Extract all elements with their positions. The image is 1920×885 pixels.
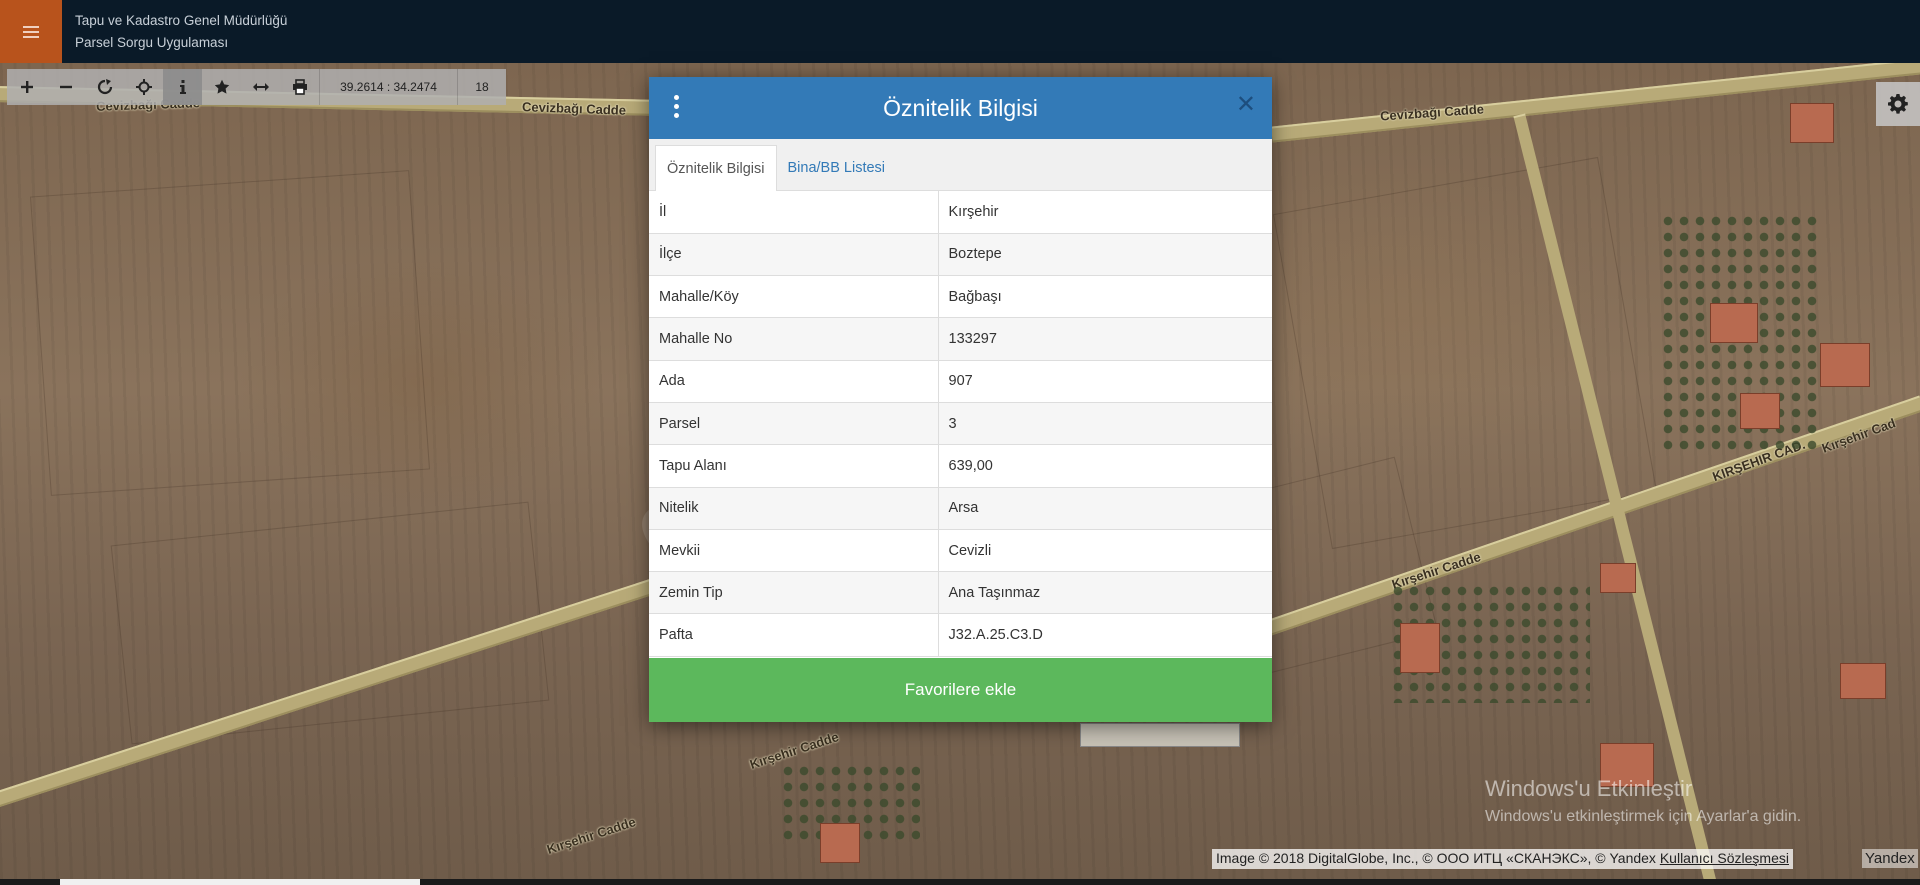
- table-row: Ada 907: [649, 360, 1272, 403]
- org-name: Tapu ve Kadastro Genel Müdürlüğü: [75, 13, 288, 28]
- table-row: Pafta J32.A.25.C3.D: [649, 613, 1272, 657]
- attribute-key: Pafta: [649, 613, 939, 657]
- attribute-value: Kırşehir: [938, 191, 1272, 234]
- attribute-key: Nitelik: [649, 487, 939, 530]
- arrows-horizontal-icon: [252, 83, 269, 91]
- table-row: Nitelik Arsa: [649, 487, 1272, 530]
- attribution-text: Image © 2018 DigitalGlobe, Inc., © ООО И…: [1216, 850, 1656, 866]
- crosshair-icon: [135, 79, 152, 95]
- road-label: Kırşehir Cadde: [544, 814, 638, 857]
- gear-icon: [1888, 94, 1908, 114]
- tab-attribute-info[interactable]: Öznitelik Bilgisi: [655, 145, 777, 191]
- building: [1080, 723, 1240, 747]
- info-icon: [179, 80, 186, 94]
- bottom-scrollbar[interactable]: [0, 879, 1920, 885]
- close-icon[interactable]: ✕: [1236, 93, 1256, 117]
- plus-icon: [20, 81, 33, 93]
- attribute-value: J32.A.25.C3.D: [938, 613, 1272, 657]
- more-options-icon[interactable]: [671, 95, 681, 121]
- scrollbar-thumb[interactable]: [60, 879, 420, 885]
- building: [1840, 663, 1886, 699]
- building: [1400, 623, 1440, 673]
- table-row: Mevkii Cevizli: [649, 529, 1272, 573]
- print-button[interactable]: [280, 69, 319, 105]
- attribute-key: İl: [649, 191, 939, 234]
- locate-button[interactable]: [124, 69, 163, 105]
- info-button[interactable]: [163, 69, 202, 105]
- building: [1790, 103, 1834, 143]
- attribute-value: 133297: [938, 317, 1272, 361]
- table-row: Tapu Alanı 639,00: [649, 444, 1272, 488]
- attribute-value: Cevizli: [938, 529, 1272, 573]
- road-label: Cevizbağı Cadde: [521, 99, 627, 118]
- attribute-value: Arsa: [938, 487, 1272, 530]
- zoom-level-display: 18: [457, 69, 506, 105]
- activation-subtitle: Windows'u etkinleştirmek için Ayarlar'a …: [1485, 808, 1802, 825]
- app-title-block: Tapu ve Kadastro Genel Müdürlüğü Parsel …: [75, 10, 287, 54]
- attribute-key: Ada: [649, 360, 939, 403]
- print-icon: [292, 79, 307, 95]
- attribute-value: 907: [938, 360, 1272, 403]
- building: [1820, 343, 1870, 387]
- dialog-title: Öznitelik Bilgisi: [883, 94, 1038, 121]
- building: [820, 823, 860, 863]
- attribute-key: Parsel: [649, 402, 939, 446]
- map-toolbar: 39.2614 : 34.2474 18: [7, 69, 506, 105]
- zoom-out-button[interactable]: [46, 69, 85, 105]
- coordinates-display: 39.2614 : 34.2474: [319, 69, 457, 105]
- table-row: Mahalle/Köy Bağbaşı: [649, 275, 1272, 319]
- attribute-info-dialog: Öznitelik Bilgisi ✕ Öznitelik Bilgisi Bi…: [649, 77, 1272, 722]
- table-row: Parsel 3: [649, 402, 1272, 446]
- app-name: Parsel Sorgu Uygulaması: [75, 35, 229, 50]
- field-parcel: [110, 501, 550, 745]
- dialog-tabs: Öznitelik Bilgisi Bina/BB Listesi: [649, 139, 1272, 191]
- field-parcel: [29, 170, 431, 496]
- table-row: İl Kırşehir: [649, 191, 1272, 234]
- user-agreement-link[interactable]: Kullanıcı Sözleşmesi: [1660, 850, 1789, 866]
- attribute-table: İl Kırşehir İlçe Boztepe Mahalle/Köy Bağbaşı M…: [649, 191, 1272, 657]
- attribute-key: Mahalle No: [649, 317, 939, 361]
- attribute-value: 3: [938, 402, 1272, 446]
- attribute-value: 639,00: [938, 444, 1272, 488]
- attribute-value: Bağbaşı: [938, 275, 1272, 319]
- building: [1710, 303, 1758, 343]
- attribute-key: Mahalle/Köy: [649, 275, 939, 319]
- building: [1600, 563, 1636, 593]
- measure-button[interactable]: [241, 69, 280, 105]
- hamburger-icon: [23, 25, 39, 38]
- activation-title: Windows'u Etkinleştir: [1485, 776, 1693, 801]
- dialog-header: Öznitelik Bilgisi ✕: [649, 77, 1272, 139]
- refresh-button[interactable]: [85, 69, 124, 105]
- attribute-value: Ana Taşınmaz: [938, 571, 1272, 615]
- zoom-in-button[interactable]: [7, 69, 46, 105]
- table-row: İlçe Boztepe: [649, 233, 1272, 277]
- map-attribution: Image © 2018 DigitalGlobe, Inc., © ООО И…: [1212, 849, 1793, 869]
- windows-activation-notice: Windows'u Etkinleştir Windows'u etkinleş…: [1485, 776, 1801, 826]
- table-row: Mahalle No 133297: [649, 317, 1272, 361]
- add-to-favorites-button[interactable]: Favorilere ekle: [649, 658, 1272, 722]
- minus-icon: [59, 85, 72, 89]
- attribute-key: İlçe: [649, 233, 939, 277]
- menu-button[interactable]: [0, 0, 62, 63]
- app-header: Tapu ve Kadastro Genel Müdürlüğü Parsel …: [0, 0, 1920, 63]
- yandex-logo[interactable]: Yandex: [1862, 849, 1918, 868]
- attribute-key: Mevkii: [649, 529, 939, 573]
- refresh-icon: [97, 79, 112, 95]
- building: [1740, 393, 1780, 429]
- settings-button[interactable]: [1876, 82, 1920, 126]
- tab-building-list[interactable]: Bina/BB Listesi: [777, 145, 897, 191]
- favorite-button[interactable]: [202, 69, 241, 105]
- attribute-key: Tapu Alanı: [649, 444, 939, 488]
- attribute-key: Zemin Tip: [649, 571, 939, 615]
- star-icon: [214, 79, 229, 94]
- table-row: Zemin Tip Ana Taşınmaz: [649, 571, 1272, 615]
- attribute-value: Boztepe: [938, 233, 1272, 277]
